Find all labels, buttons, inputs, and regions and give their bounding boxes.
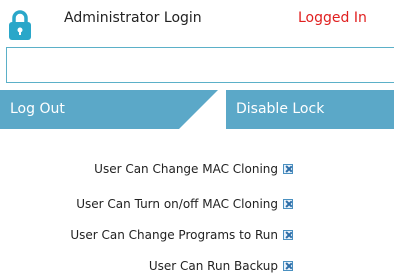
permission-label: User Can Turn on/off MAC Cloning — [76, 197, 278, 211]
permission-row-change-programs: User Can Change Programs to Run — [70, 228, 293, 242]
permission-row-change-mac-cloning: User Can Change MAC Cloning — [94, 162, 293, 176]
permission-checkbox[interactable] — [283, 230, 293, 240]
permission-row-toggle-mac-cloning: User Can Turn on/off MAC Cloning — [76, 197, 293, 211]
permission-row-run-backup: User Can Run Backup — [149, 259, 293, 273]
login-status: Logged In — [298, 10, 367, 26]
log-out-button[interactable]: Log Out — [0, 90, 218, 129]
log-out-label: Log Out — [10, 101, 65, 117]
permission-label: User Can Run Backup — [148, 259, 278, 273]
permission-checkbox[interactable] — [283, 199, 293, 209]
permission-label: User Can Change Programs to Run — [70, 228, 278, 242]
permission-checkbox[interactable] — [283, 261, 293, 271]
lock-icon — [9, 10, 31, 40]
page-title: Administrator Login — [64, 10, 202, 26]
permission-checkbox[interactable] — [283, 164, 293, 174]
permission-label: User Can Change MAC Cloning — [94, 162, 278, 176]
disable-lock-label: Disable Lock — [236, 101, 325, 117]
password-input[interactable] — [6, 47, 394, 83]
disable-lock-button[interactable]: Disable Lock — [226, 90, 394, 129]
